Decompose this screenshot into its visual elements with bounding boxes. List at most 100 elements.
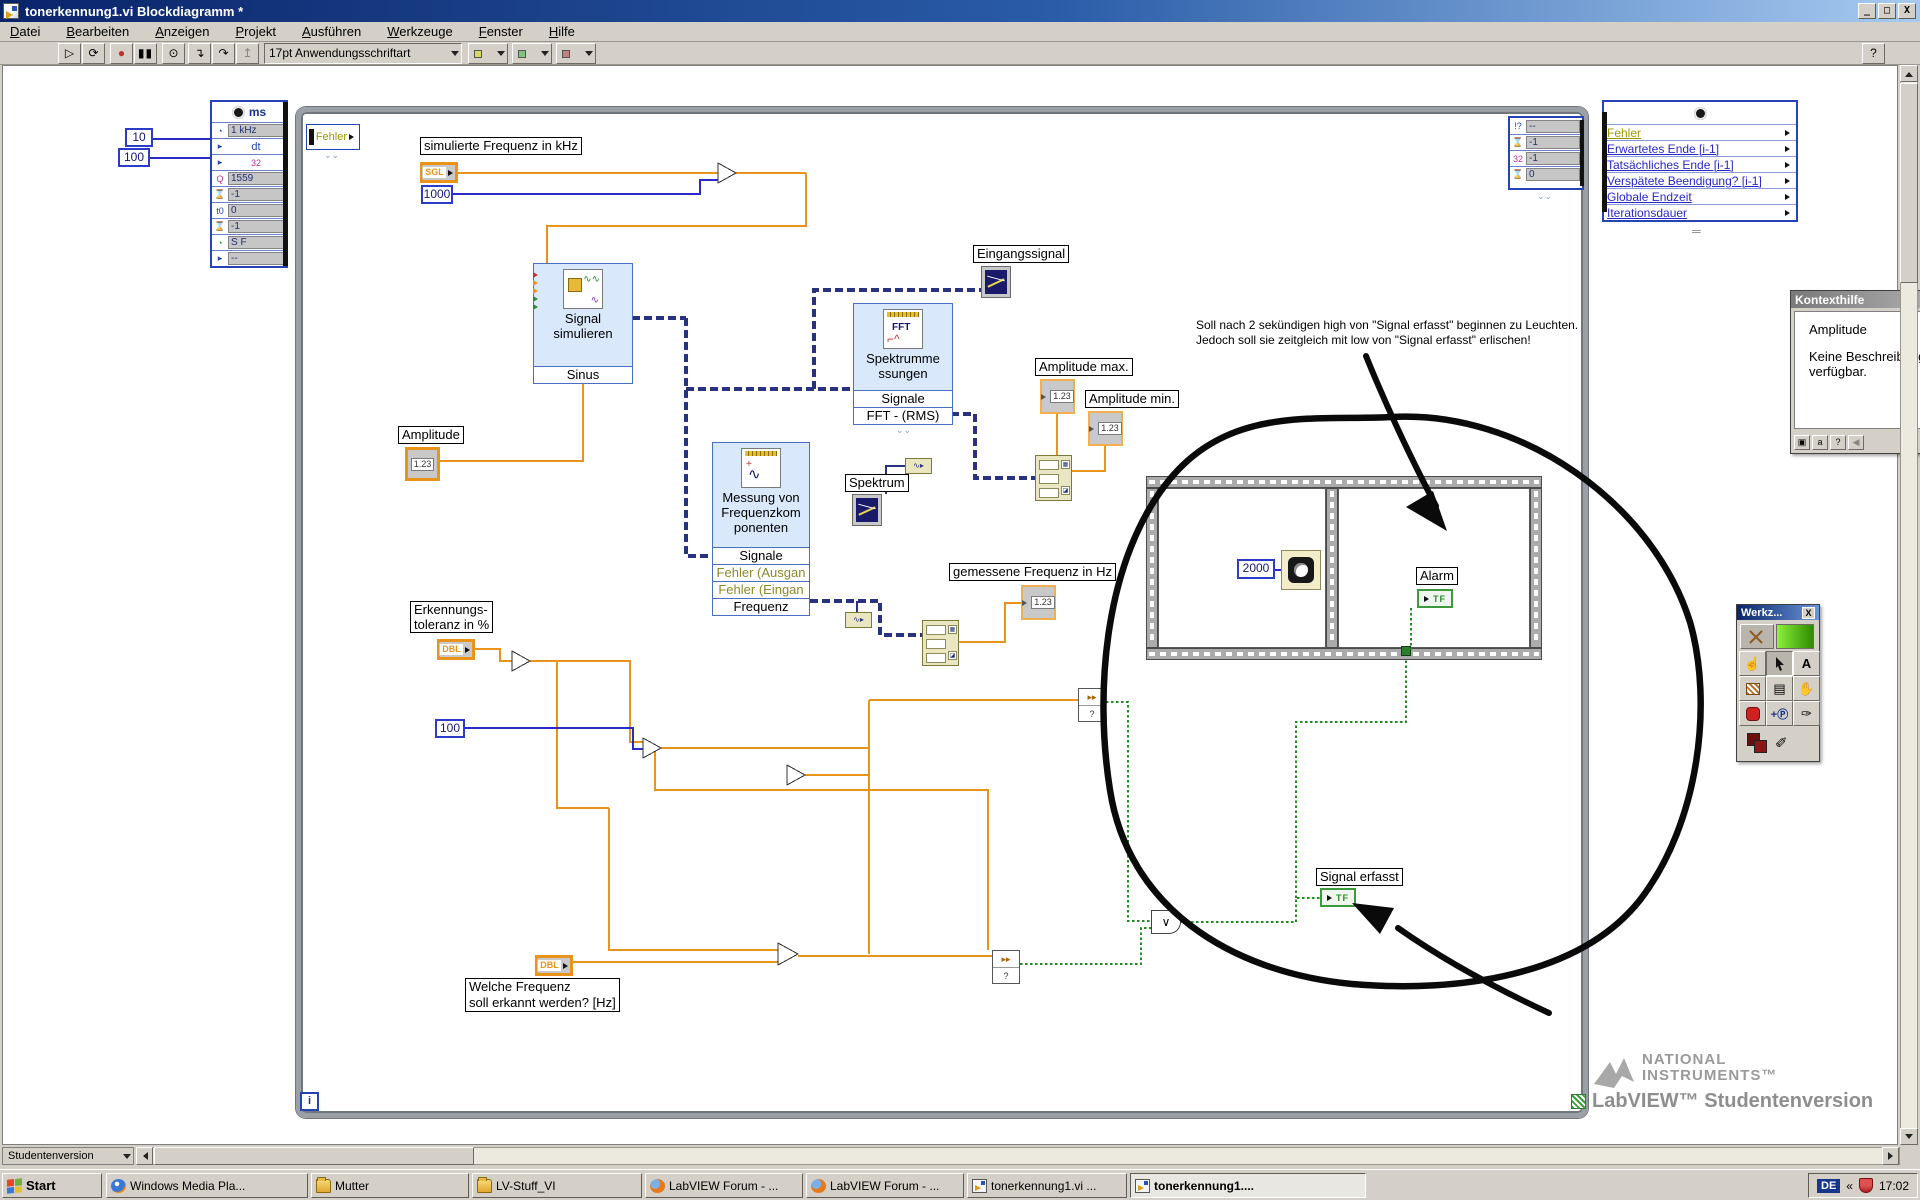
position-tool-button[interactable] — [1766, 651, 1793, 676]
timed-loop-output-node[interactable]: Fehler Erwartetes Ende [i-1] Tatsächlich… — [1602, 100, 1798, 222]
taskbar-item-tonerkennung-active[interactable]: tonerkennung1.... — [1130, 1173, 1366, 1198]
from-ddt-converter[interactable]: ∿▸ — [905, 458, 932, 474]
constant-2000[interactable]: 2000 — [1237, 559, 1275, 579]
menu-anzeigen[interactable]: Anzeigen — [155, 24, 209, 39]
font-selector[interactable]: 17pt Anwendungsschriftart — [264, 43, 462, 64]
unbundle-node-amplitude[interactable]: ▦◪ — [1035, 455, 1072, 501]
detailed-help-button[interactable]: ? — [1830, 435, 1846, 450]
edition-selector[interactable]: Studentenversion — [2, 1147, 134, 1165]
text-tool-button[interactable]: A — [1793, 651, 1820, 676]
loop-name[interactable]: 1559 — [228, 172, 284, 185]
iteration-terminal[interactable]: i — [300, 1092, 319, 1111]
or-gate-node[interactable]: ∨ — [1151, 910, 1181, 934]
close-button[interactable]: X — [1898, 3, 1916, 19]
constant-10[interactable]: 10 — [125, 128, 153, 147]
loop-t0[interactable]: 0 — [228, 204, 284, 217]
wire-tool-button[interactable] — [1739, 676, 1766, 701]
vertical-scroll-thumb[interactable] — [1900, 83, 1918, 283]
unbundle-node-frequenz[interactable]: ▦◪ — [922, 620, 959, 666]
language-indicator[interactable]: DE — [1817, 1179, 1840, 1193]
comparison-node[interactable]: ▸▸? — [1078, 688, 1106, 722]
messung-frequenzkomponenten-block[interactable]: +∿ Messung von Frequenzkom ponenten Sign… — [712, 442, 810, 616]
highlight-execution-button[interactable]: ⊙ — [162, 43, 185, 64]
probe-tool-button[interactable]: +Ⓟ — [1766, 701, 1793, 726]
taskbar-item-wmp[interactable]: Windows Media Pla... — [106, 1173, 308, 1198]
scroll-left-button[interactable] — [136, 1147, 153, 1165]
run-continuous-button[interactable]: ⟳ — [82, 43, 105, 64]
loop-rate[interactable]: 1 kHz — [228, 124, 284, 137]
eingangssignal-graph-terminal[interactable] — [981, 266, 1011, 298]
loop-mode[interactable]: S F — [228, 236, 284, 249]
taskbar-item-lv-stuff[interactable]: LV-Stuff_VI — [472, 1173, 642, 1198]
reorder-button[interactable] — [556, 43, 596, 64]
spektrum-signale-row[interactable]: Signale — [854, 390, 952, 407]
menu-hilfe[interactable]: Hilfe — [549, 24, 575, 39]
comparison-node[interactable]: ▸▸? — [992, 950, 1020, 984]
menu-werkzeuge[interactable]: Werkzeuge — [387, 24, 453, 39]
menu-projekt[interactable]: Projekt — [235, 24, 275, 39]
messung-fehler-ausgang-row[interactable]: Fehler (Ausgan — [713, 564, 809, 581]
amplitude-terminal[interactable]: 1.23 — [405, 447, 440, 481]
from-ddt-converter[interactable]: ∿▸ — [845, 612, 872, 628]
security-shield-icon[interactable] — [1859, 1178, 1873, 1193]
abort-button[interactable]: ● — [110, 43, 133, 64]
signal-simulieren-block[interactable]: ∿∿∿ Signal simulieren Sinus — [533, 263, 633, 384]
erkennungstoleranz-terminal[interactable]: DBL — [437, 639, 475, 660]
tray-collapse-button[interactable]: « — [1846, 1179, 1853, 1193]
taskbar-item-labview-forum-1[interactable]: LabVIEW Forum - ... — [645, 1173, 803, 1198]
welche-frequenz-terminal[interactable]: DBL — [535, 955, 573, 976]
align-objects-button[interactable] — [468, 43, 508, 64]
resize-grid-icon[interactable] — [1571, 1094, 1586, 1109]
messung-fehler-eingang-row[interactable]: Fehler (Eingan — [713, 581, 809, 598]
horizontal-scroll-thumb[interactable] — [154, 1147, 474, 1165]
menu-datei[interactable]: Datei — [10, 24, 40, 39]
menu-ausfuehren[interactable]: Ausführen — [302, 24, 361, 39]
taskbar-item-labview-forum-2[interactable]: LabVIEW Forum - ... — [806, 1173, 964, 1198]
amplitude-min-terminal[interactable]: 1.23 — [1088, 411, 1123, 446]
constant-100[interactable]: 100 — [118, 148, 150, 167]
wait-ms-function[interactable] — [1281, 550, 1321, 590]
close-icon[interactable]: X — [1802, 607, 1815, 619]
color-copy-tool-button[interactable]: ✑ — [1793, 701, 1820, 726]
operate-tool-button[interactable]: ☝ — [1739, 651, 1766, 676]
breakpoint-tool-button[interactable] — [1739, 701, 1766, 726]
alarm-tf-terminal[interactable]: TF — [1417, 589, 1453, 608]
loop-dt[interactable]: dt — [228, 141, 284, 153]
werkzeuge-titlebar[interactable]: Werkz... X — [1737, 605, 1819, 620]
menu-bearbeiten[interactable]: Bearbeiten — [66, 24, 129, 39]
flat-sequence-structure[interactable] — [1146, 476, 1542, 660]
messung-frequenz-row[interactable]: Frequenz — [713, 598, 809, 615]
scroll-right-button[interactable] — [1882, 1147, 1899, 1165]
signal-erfasst-tf-terminal[interactable]: TF — [1320, 888, 1356, 907]
scroll-left-button[interactable]: ◀ — [1848, 435, 1864, 450]
fehler-shift-register[interactable]: Fehler — [306, 124, 360, 150]
scroll-up-button[interactable] — [1900, 65, 1918, 82]
minimize-button[interactable]: _ — [1858, 3, 1876, 19]
start-button[interactable]: Start — [2, 1173, 102, 1198]
help-button[interactable]: ? — [1862, 43, 1885, 64]
simulierte-frequenz-terminal[interactable]: SGL — [420, 162, 458, 183]
distribute-objects-button[interactable] — [512, 43, 552, 64]
loop-priority[interactable]: 32 — [228, 158, 284, 168]
menu-tool-button[interactable]: ▤ — [1766, 676, 1793, 701]
maximize-button[interactable]: □ — [1878, 3, 1896, 19]
run-button[interactable]: ▷ — [58, 43, 81, 64]
timed-loop-right-node[interactable]: !?-- ⌛-1 32-1 ⌛0 — [1508, 116, 1584, 190]
scroll-tool-button[interactable]: ✋ — [1793, 676, 1820, 701]
menu-fenster[interactable]: Fenster — [479, 24, 523, 39]
timed-loop-input-node[interactable]: ms ◔1 kHz ▸dt ▸32 Q1559 ⌛-1 t00 ⌛-1 ◔S F… — [210, 100, 288, 268]
taskbar-item-tonerkennung-vi[interactable]: tonerkennung1.vi ... — [967, 1173, 1127, 1198]
constant-1000[interactable]: 1000 — [421, 185, 453, 204]
auto-tool-button[interactable] — [1740, 624, 1774, 649]
amplitude-max-terminal[interactable]: 1.23 — [1040, 379, 1075, 414]
color-tool-button[interactable] — [1747, 733, 1767, 753]
context-help-lock-button[interactable]: ▣ — [1794, 435, 1810, 450]
loop-extra[interactable]: -- — [228, 252, 284, 265]
constant-100b[interactable]: 100 — [435, 719, 465, 738]
gemessene-frequenz-terminal[interactable]: 1.23 — [1021, 585, 1056, 620]
messung-signale-row[interactable]: Signale — [713, 547, 809, 564]
step-into-button[interactable]: ↴ — [188, 43, 211, 64]
spektrummessungen-block[interactable]: FFT⌐^ Spektrumme ssungen Signale FFT - (… — [853, 303, 953, 425]
step-out-button[interactable]: ↥ — [236, 43, 259, 64]
taskbar-item-mutter[interactable]: Mutter — [311, 1173, 469, 1198]
